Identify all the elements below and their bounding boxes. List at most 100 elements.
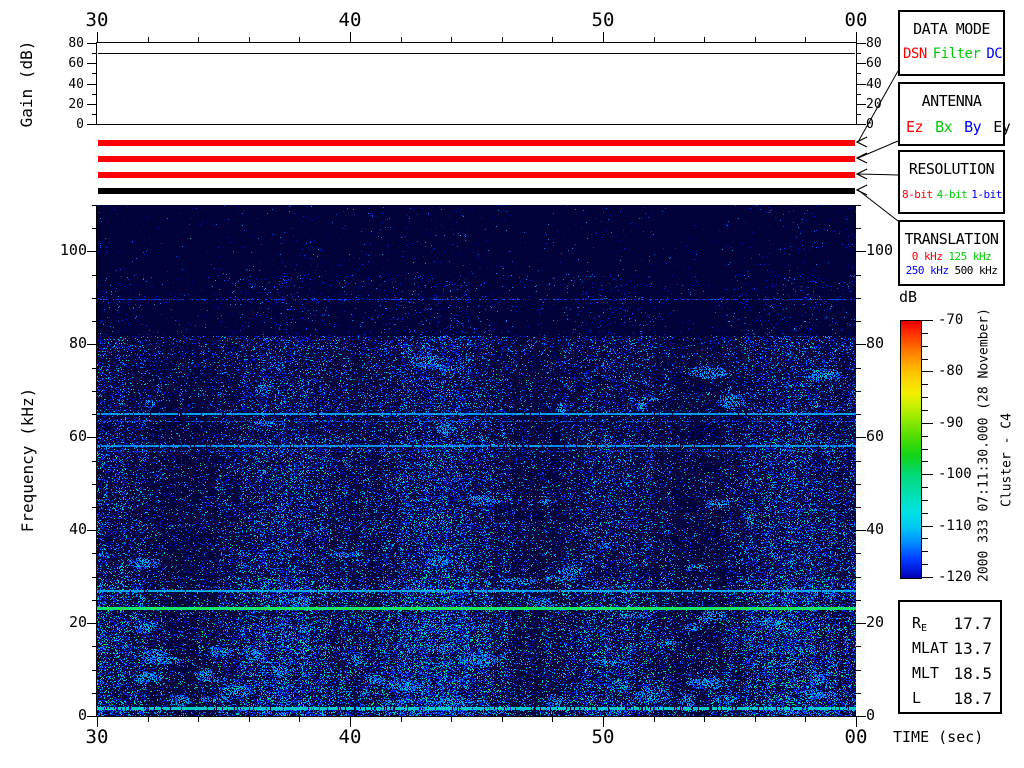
freq-minor-tick	[856, 484, 861, 485]
time-minor-tick	[249, 716, 250, 722]
time-minor-tick	[299, 37, 300, 43]
mode-option-250-khz: 250 kHz	[905, 264, 949, 277]
gain-minor-tick	[856, 53, 861, 54]
gain-minor-tick	[92, 114, 97, 115]
freq-minor-tick	[92, 577, 97, 578]
freq-major-tick	[856, 344, 866, 345]
info-row-mlat: MLAT 13.7	[912, 639, 992, 659]
wbd-spectrogram-display: Gain (dB) DATA MODE DSN Filter DC ANTENNA Ez B…	[0, 0, 1024, 768]
control-box-resolution: RESOLUTION 8-bit 4-bit 1-bit	[898, 150, 1005, 214]
gain-minor-tick	[856, 114, 861, 115]
time-minor-tick	[552, 37, 553, 43]
timestamp-annotation: 2000 333 07:11:30.000 (28 November)	[976, 308, 992, 582]
freq-ytick-label: 60	[68, 427, 87, 445]
colorbar-major-tick	[921, 423, 933, 424]
freq-minor-tick	[92, 228, 97, 229]
colorbar-minor-tick	[921, 346, 928, 347]
freq-minor-tick	[92, 461, 97, 462]
freq-minor-tick	[856, 507, 861, 508]
gain-major-tick	[87, 63, 97, 64]
control-box-title: RESOLUTION	[908, 160, 995, 178]
freq-ytick-label: 20	[68, 613, 87, 631]
colorbar-minor-tick	[921, 436, 928, 437]
time-tick-label: 50	[591, 726, 615, 748]
colorbar-tick-label: -80	[938, 363, 964, 379]
colorbar-tick-label: -100	[938, 466, 972, 482]
freq-ytick-label: 40	[866, 520, 885, 538]
freq-major-tick	[856, 716, 866, 717]
colorbar-minor-tick	[921, 384, 928, 385]
freq-major-tick	[87, 530, 97, 531]
freq-major-tick	[87, 716, 97, 717]
freq-minor-tick	[92, 693, 97, 694]
mode-option-ez: Ez	[906, 118, 924, 136]
mode-option-500-khz: 500 kHz	[954, 264, 998, 277]
antenna-bar	[98, 156, 855, 162]
control-box-title: TRANSLATION	[904, 230, 999, 248]
mode-option-dsn: DSN	[903, 46, 927, 62]
time-minor-tick	[148, 716, 149, 722]
control-box-options: DSN Filter DC	[900, 46, 1003, 62]
freq-ytick-label: 100	[866, 241, 894, 259]
colorbar-title: dB	[899, 288, 918, 306]
freq-minor-tick	[856, 275, 861, 276]
freq-minor-tick	[856, 461, 861, 462]
colorbar-major-tick	[921, 371, 933, 372]
colorbar-minor-tick	[921, 449, 928, 450]
gain-minor-tick	[92, 53, 97, 54]
control-box-data-mode: DATA MODE DSN Filter DC	[898, 10, 1005, 76]
freq-minor-tick	[856, 391, 861, 392]
freq-minor-tick	[92, 507, 97, 508]
info-row-l: L 18.7	[912, 689, 992, 709]
freq-minor-tick	[92, 646, 97, 647]
freq-minor-tick	[856, 368, 861, 369]
orbit-info-box: RE 17.7 MLAT 13.7 MLT 18.5 L 18.7	[898, 600, 1002, 714]
time-minor-tick	[148, 37, 149, 43]
time-tick-label: 00	[844, 9, 868, 31]
freq-minor-tick	[856, 577, 861, 578]
gain-major-tick	[856, 124, 866, 125]
info-row-mlt: MLT 18.5	[912, 664, 992, 684]
time-axis-label: TIME (sec)	[893, 728, 984, 746]
colorbar-tick-label: -120	[938, 569, 972, 585]
control-box-antenna: ANTENNA Ez Bx By Ey	[898, 82, 1011, 146]
mode-option-125-khz: 125 kHz	[948, 250, 992, 263]
colorbar-minor-tick	[921, 538, 928, 539]
gain-data-line	[98, 53, 855, 54]
gain-major-tick	[856, 104, 866, 105]
time-minor-tick	[755, 37, 756, 43]
freq-minor-tick	[92, 275, 97, 276]
freq-minor-tick	[856, 298, 861, 299]
colorbar-minor-tick	[921, 487, 928, 488]
freq-minor-tick	[92, 368, 97, 369]
gain-major-tick	[856, 43, 866, 44]
colorbar-minor-tick	[921, 500, 928, 501]
freq-minor-tick	[856, 646, 861, 647]
gain-minor-tick	[856, 94, 861, 95]
info-value: 17.7	[953, 614, 992, 633]
freq-ytick-label: 0	[77, 706, 87, 724]
colorbar-minor-tick	[921, 359, 928, 360]
freq-major-tick	[87, 437, 97, 438]
freq-major-tick	[856, 251, 866, 252]
time-minor-tick	[401, 716, 402, 722]
mode-option-4-bit: 4-bit	[936, 188, 968, 201]
colorbar-major-tick	[921, 577, 933, 578]
control-box-title: ANTENNA	[921, 92, 982, 110]
gain-major-tick	[87, 104, 97, 105]
control-box-options: 0 kHz 125 kHz	[900, 250, 1003, 263]
info-label: MLT	[912, 664, 940, 682]
colorbar	[900, 320, 922, 579]
freq-major-tick	[856, 437, 866, 438]
gain-minor-tick	[92, 73, 97, 74]
gain-major-tick	[87, 84, 97, 85]
time-minor-tick	[704, 37, 705, 43]
time-tick-label: 30	[85, 9, 109, 31]
gain-major-tick	[856, 63, 866, 64]
freq-major-tick	[856, 623, 866, 624]
info-value: 18.7	[953, 689, 992, 708]
mode-option-ey: Ey	[993, 118, 1011, 136]
spectrogram-bottom-spine	[96, 716, 857, 717]
freq-ytick-label: 100	[59, 241, 87, 259]
control-box-options: 8-bit 4-bit 1-bit	[900, 188, 1003, 201]
